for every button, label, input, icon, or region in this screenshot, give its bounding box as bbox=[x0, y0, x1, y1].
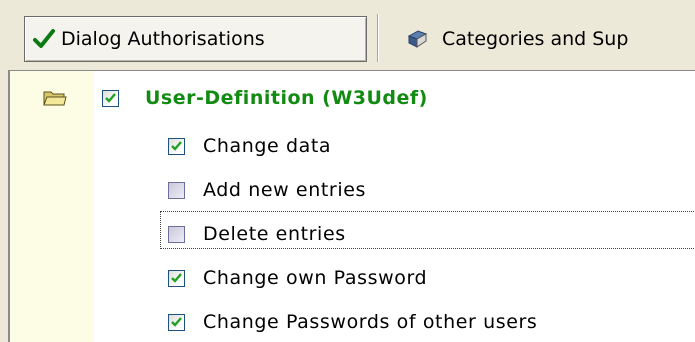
authorisation-tree-panel: User-Definition (W3Udef) Change data Add… bbox=[8, 70, 695, 342]
green-checkmark-icon bbox=[33, 28, 55, 50]
checkbox-change-passwords-other-users[interactable] bbox=[168, 313, 185, 331]
tree-node-label: User-Definition (W3Udef) bbox=[145, 87, 428, 109]
tree-item-label: Change own Password bbox=[203, 267, 428, 289]
authorisation-toolbar: Dialog Authorisations Categories and Sup bbox=[0, 0, 695, 66]
tab-separator bbox=[377, 14, 379, 62]
tree-item-label: Change data bbox=[203, 135, 332, 157]
tree-node-user-definition[interactable]: User-Definition (W3Udef) bbox=[102, 79, 428, 117]
tab-dialog-authorisations[interactable]: Dialog Authorisations bbox=[24, 16, 367, 62]
book-icon bbox=[406, 28, 428, 50]
tree-item-add-new-entries[interactable]: Add new entries bbox=[168, 171, 366, 209]
tab-label: Dialog Authorisations bbox=[61, 28, 265, 50]
checkbox-change-own-password[interactable] bbox=[168, 269, 185, 287]
tree-item-change-passwords-other-users[interactable]: Change Passwords of other users bbox=[168, 303, 537, 341]
tree-gutter bbox=[10, 71, 94, 342]
checkbox-add-new-entries[interactable] bbox=[168, 181, 185, 199]
folder-open-icon[interactable] bbox=[43, 89, 67, 107]
tree-item-label: Delete entries bbox=[203, 223, 346, 245]
tree-item-label: Change Passwords of other users bbox=[203, 311, 538, 333]
tab-label: Categories and Sup bbox=[442, 28, 629, 50]
tree-item-change-own-password[interactable]: Change own Password bbox=[168, 259, 427, 297]
tree-item-label: Add new entries bbox=[203, 179, 366, 201]
checkbox-user-definition[interactable] bbox=[102, 89, 119, 107]
tab-categories[interactable]: Categories and Sup bbox=[396, 16, 695, 62]
checkbox-delete-entries[interactable] bbox=[168, 225, 185, 243]
checkbox-change-data[interactable] bbox=[168, 137, 185, 155]
tree-item-change-data[interactable]: Change data bbox=[168, 127, 331, 165]
tree-item-delete-entries[interactable]: Delete entries bbox=[168, 215, 346, 253]
